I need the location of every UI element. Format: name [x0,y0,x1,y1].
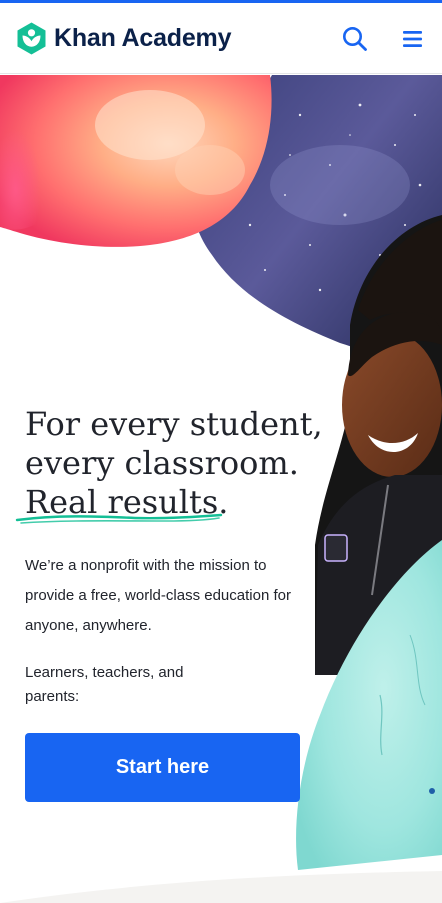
headline-line: every classroom. [25,444,299,482]
top-navbar: Khan Academy [0,3,442,74]
headline-line: For every student, [25,405,323,443]
khan-academy-logo[interactable]: Khan Academy [16,22,231,55]
start-here-button[interactable]: Start here [25,733,300,802]
menu-button[interactable] [399,25,427,53]
search-icon [343,27,367,51]
hero-section: For every student, every classroom. Real… [0,75,442,903]
hamburger-menu-icon [403,31,422,47]
hero-headline: For every student, every classroom. Real… [25,405,325,522]
search-button[interactable] [341,25,369,53]
bottom-wave [0,871,442,903]
audience-label: Learners, teachers, and parents: [25,664,184,705]
mission-statement: We’re a nonprofit with the mission to pr… [25,557,291,634]
khan-academy-hexagon-leaf-icon [17,22,46,55]
logo-wordmark: Khan Academy [54,24,232,52]
headline-underline-squiggle [15,513,223,524]
